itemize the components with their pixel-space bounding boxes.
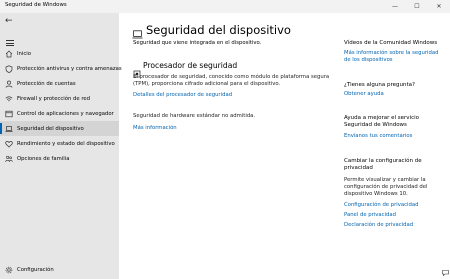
main-content: Seguridad del dispositivo Seguridad que … [119,13,450,279]
heart-icon [5,140,13,148]
device-security-link[interactable]: Más información sobre la seguridad [344,50,438,56]
sidebar-item-label: Seguridad del dispositivo [17,125,84,132]
processor-description: (TPM), proporciona cifrado adicional par… [133,81,281,87]
family-icon [5,155,13,163]
page-subtitle: Seguridad que viene integrada en el disp… [133,40,262,46]
home-icon [5,50,13,58]
app-browser-icon [5,110,13,118]
processor-description: El procesador de seguridad, conocido com… [133,74,330,80]
feedback-link[interactable]: Envíanos tus comentarios [344,133,412,139]
sidebar-item-label: Rendimiento y estado del dispositivo [17,140,115,147]
sidebar-item-rendimiento[interactable]: Rendimiento y estado del dispositivo [0,136,119,151]
window-title: Seguridad de Windows [5,2,67,8]
privacy-description: configuración de privacidad del [344,184,428,190]
privacy-title: privacidad [344,165,373,171]
sidebar-item-inicio[interactable]: Inicio [0,46,119,61]
shield-icon [5,64,13,73]
question-title: ¿Tienes alguna pregunta? [344,82,415,88]
sidebar-item-label: Protección de cuentas [17,80,76,87]
sidebar-item-label: Firewall y protección de red [17,95,91,102]
sidebar: ← Inicio Protección antivirus y contra a… [0,13,122,279]
sidebar-item-antivirus[interactable]: Protección antivirus y contra amenazas [0,61,122,76]
sidebar-item-aplicaciones[interactable]: Control de aplicaciones y navegador [0,106,119,121]
laptop-icon [5,125,13,133]
page-title: Seguridad del dispositivo [146,23,291,37]
maximize-button[interactable]: ☐ [406,0,428,13]
privacy-title: Cambiar la configuración de [344,158,422,164]
privacy-statement-link[interactable]: Declaración de privacidad [344,222,413,228]
privacy-dashboard-link[interactable]: Panel de privacidad [344,212,396,218]
sidebar-item-cuentas[interactable]: Protección de cuentas [0,76,119,91]
close-button[interactable]: ✕ [428,0,450,13]
more-info-link[interactable]: Más información [133,125,177,131]
back-arrow-icon[interactable]: ← [5,16,13,26]
gear-icon [5,266,13,274]
sidebar-item-seguridad-dispositivo[interactable]: Seguridad del dispositivo [0,121,119,136]
videos-title: Vídeos de la Comunidad Windows [344,40,438,46]
sidebar-item-label: Control de aplicaciones y navegador [17,110,114,117]
sidebar-item-label: Configuración [17,266,54,273]
privacy-description: dispositivo Windows 10. [344,191,408,197]
sidebar-item-firewall[interactable]: Firewall y protección de red [0,91,119,106]
title-bar: Seguridad de Windows — ☐ ✕ [0,0,450,13]
privacy-settings-link[interactable]: Configuración de privacidad [344,202,419,208]
improve-title: Ayuda a mejorar el servicio [344,115,420,121]
processor-heading: Procesador de seguridad [143,61,238,70]
sidebar-item-label: Protección antivirus y contra amenazas [17,65,122,72]
sidebar-item-configuracion[interactable]: Configuración [0,262,119,277]
device-security-link[interactable]: de los dispositivos [344,57,393,63]
sidebar-item-label: Inicio [17,50,32,57]
hardware-standard-text: Seguridad de hardware estándar no admiti… [133,113,256,119]
sidebar-item-label: Opciones de familia [17,155,70,162]
wifi-icon [5,95,13,103]
sidebar-item-familia[interactable]: Opciones de familia [0,151,119,166]
minimize-button[interactable]: — [384,0,406,13]
processor-details-link[interactable]: Detalles del procesador de seguridad [133,92,232,98]
get-help-link[interactable]: Obtener ayuda [344,91,384,97]
person-icon [5,80,13,88]
improve-title: Seguridad de Windows [344,122,407,128]
feedback-icon[interactable] [442,270,449,278]
privacy-description: Permite visualizar y cambiar la [344,177,426,183]
